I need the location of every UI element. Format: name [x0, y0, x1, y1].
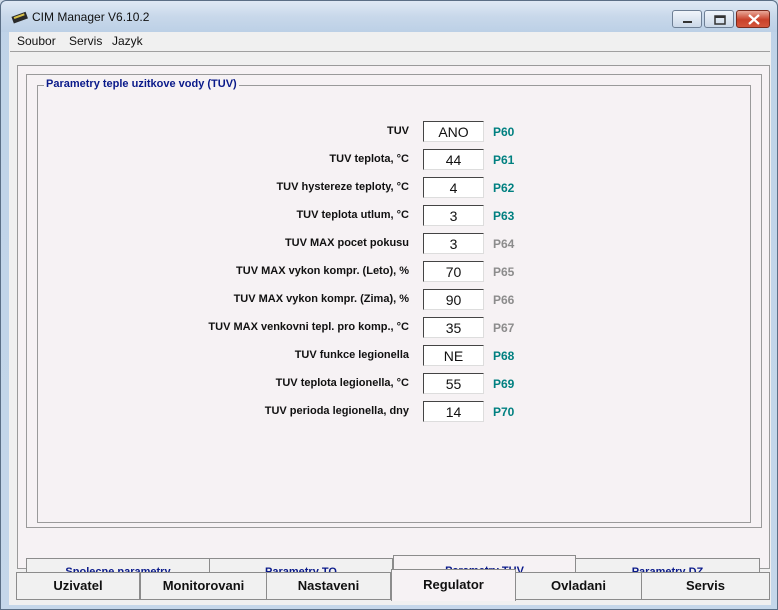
- minimize-icon: [683, 21, 692, 23]
- param-label: TUV MAX vykon kompr. (Leto), %: [236, 265, 409, 277]
- menu-soubor[interactable]: Soubor: [17, 34, 56, 48]
- restore-icon: [714, 15, 726, 25]
- param-value-field[interactable]: 35: [423, 317, 484, 338]
- param-value-field[interactable]: ANO: [423, 121, 484, 142]
- param-value-field[interactable]: 3: [423, 205, 484, 226]
- close-icon: [748, 14, 760, 25]
- param-code: P63: [493, 209, 515, 223]
- minimize-button[interactable]: [672, 10, 702, 28]
- menu-jazyk[interactable]: Jazyk: [112, 34, 143, 48]
- client-area: Soubor Servis Jazyk Parametry teple uzit…: [9, 32, 771, 605]
- title-bar[interactable]: CIM Manager V6.10.2: [1, 1, 777, 32]
- tuv-page: Parametry teple uzitkove vody (TUV) TUV A…: [26, 74, 762, 528]
- param-value-field[interactable]: 90: [423, 289, 484, 310]
- tab-uzivatel[interactable]: Uzivatel: [16, 572, 140, 600]
- param-value-field[interactable]: NE: [423, 345, 484, 366]
- tuv-parameters-group: Parametry teple uzitkove vody (TUV) TUV A…: [37, 78, 751, 523]
- param-code: P61: [493, 153, 515, 167]
- param-code: P66: [493, 293, 515, 307]
- param-code: P68: [493, 349, 515, 363]
- regulator-page: Parametry teple uzitkove vody (TUV) TUV A…: [17, 65, 770, 587]
- tab-monitorovani[interactable]: Monitorovani: [140, 572, 267, 600]
- window-title: CIM Manager V6.10.2: [32, 10, 150, 24]
- param-code: P60: [493, 125, 515, 139]
- menu-bar: Soubor Servis Jazyk: [9, 32, 771, 50]
- param-value-field[interactable]: 55: [423, 373, 484, 394]
- param-value-field[interactable]: 14: [423, 401, 484, 422]
- param-label: TUV hystereze teploty, °C: [276, 181, 409, 193]
- close-button[interactable]: [736, 10, 770, 28]
- param-code: P67: [493, 321, 515, 335]
- tab-nastaveni[interactable]: Nastaveni: [266, 572, 391, 600]
- param-value-field[interactable]: 70: [423, 261, 484, 282]
- param-value-field[interactable]: 3: [423, 233, 484, 254]
- param-value-field[interactable]: 4: [423, 177, 484, 198]
- maximize-button[interactable]: [704, 10, 734, 28]
- param-value-field[interactable]: 44: [423, 149, 484, 170]
- tab-regulator[interactable]: Regulator: [391, 569, 516, 601]
- param-code: P64: [493, 237, 515, 251]
- param-label: TUV perioda legionella, dny: [264, 405, 409, 417]
- param-label: TUV: [387, 125, 409, 137]
- param-label: TUV MAX venkovni tepl. pro komp., °C: [208, 321, 409, 333]
- param-code: P62: [493, 181, 515, 195]
- param-label: TUV teplota, °C: [329, 153, 409, 165]
- app-icon: [11, 11, 28, 24]
- param-label: TUV teplota legionella, °C: [275, 377, 409, 389]
- param-label: TUV funkce legionella: [294, 349, 409, 361]
- param-label: TUV teplota utlum, °C: [296, 209, 409, 221]
- param-code: P70: [493, 405, 515, 419]
- param-code: P65: [493, 265, 515, 279]
- param-code: P69: [493, 377, 515, 391]
- param-label: TUV MAX vykon kompr. (Zima), %: [233, 293, 409, 305]
- menu-servis[interactable]: Servis: [69, 34, 102, 48]
- param-label: TUV MAX pocet pokusu: [284, 237, 409, 249]
- app-window: CIM Manager V6.10.2 Soubor Servis Jazyk …: [0, 0, 778, 610]
- tab-ovladani[interactable]: Ovladani: [515, 572, 642, 600]
- group-title: Parametry teple uzitkove vody (TUV): [44, 78, 239, 90]
- tab-servis[interactable]: Servis: [641, 572, 770, 600]
